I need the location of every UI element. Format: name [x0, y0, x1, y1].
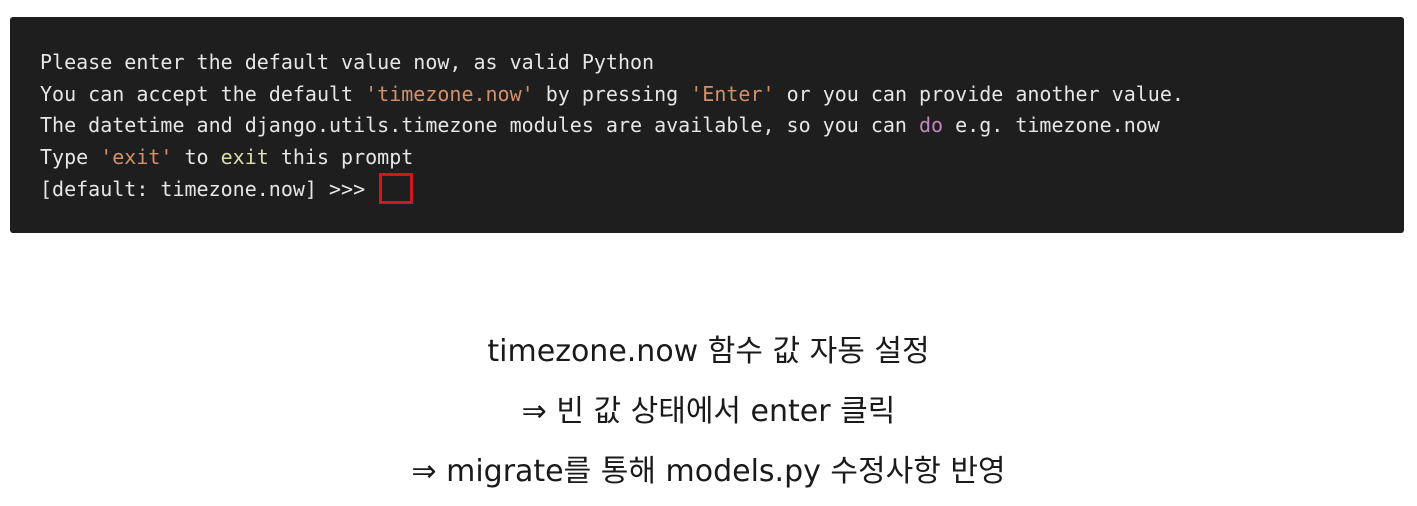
terminal-line-2: You can accept the default 'timezone.now…: [40, 79, 1404, 111]
string-literal: 'exit': [100, 144, 173, 169]
terminal-text: You can accept the default: [40, 81, 366, 106]
terminal-prompt: [default: timezone.now] >>>: [40, 177, 378, 201]
terminal-text: e.g. timezone.now: [943, 113, 1160, 137]
terminal-text: Type: [40, 144, 101, 169]
terminal-line-5: [default: timezone.now] >>>: [40, 173, 1404, 205]
terminal-line-3: The datetime and django.utils.timezone m…: [40, 110, 1404, 142]
terminal-text: by pressing: [533, 81, 691, 106]
keyword-do: do: [919, 113, 944, 137]
terminal-text: to: [172, 144, 221, 169]
caption-line-3: ⇒ migrate를 통해 models.py 수정사항 반영: [411, 454, 1006, 489]
caption-line-2: ⇒ 빈 값 상태에서 enter 클릭: [521, 394, 896, 429]
terminal-text: or you can provide another value.: [774, 81, 1184, 106]
input-cursor-highlight[interactable]: [379, 173, 414, 204]
terminal-line-1: Please enter the default value now, as v…: [40, 47, 1404, 79]
terminal-line-4: Type 'exit' to exit this prompt: [40, 142, 1404, 174]
string-literal: 'timezone.now': [365, 81, 534, 106]
caption-line-1: timezone.now 함수 값 자동 설정: [487, 334, 930, 369]
string-literal: 'Enter': [690, 81, 775, 106]
terminal-text: The datetime and django.utils.timezone m…: [40, 113, 919, 137]
terminal-text: this prompt: [268, 144, 414, 169]
terminal-text: Please enter the default value now, as v…: [40, 50, 655, 74]
terminal-panel: Please enter the default value now, as v…: [10, 17, 1404, 233]
keyword-exit: exit: [220, 144, 269, 169]
